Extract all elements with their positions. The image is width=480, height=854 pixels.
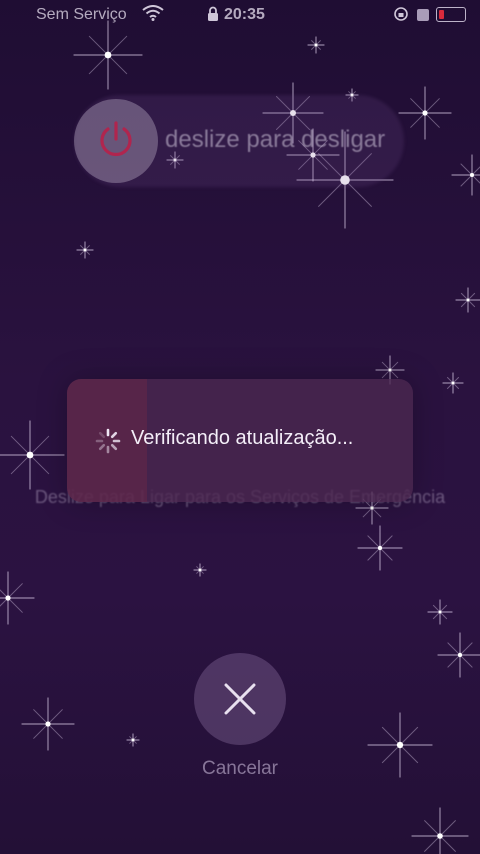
battery-icon — [436, 6, 466, 22]
cancel-button[interactable] — [194, 653, 286, 745]
sparkle — [451, 154, 480, 196]
lock-icon — [208, 6, 218, 21]
sparkle — [411, 807, 469, 854]
clock: 20:35 — [224, 6, 265, 23]
power-icon — [100, 121, 132, 157]
sparkle — [437, 632, 480, 678]
status-bar: Sem Serviço 20:35 — [0, 0, 480, 32]
orientation-lock-icon — [394, 7, 408, 21]
power-off-label: deslize para desligar — [165, 126, 386, 153]
sparkle — [442, 372, 464, 394]
sparkle — [357, 525, 403, 571]
close-icon — [224, 683, 256, 715]
sparkle — [21, 697, 75, 751]
sparkle — [455, 287, 480, 313]
wifi-icon — [142, 5, 164, 21]
sparkle — [193, 563, 207, 577]
sparkle — [0, 571, 35, 625]
sparkle — [307, 36, 325, 54]
update-status-text: Verificando atualização... — [131, 427, 354, 449]
status-indicators — [392, 6, 466, 22]
sparkle — [427, 599, 453, 625]
sparkle — [0, 420, 65, 490]
power-off-slider-knob[interactable] — [74, 99, 158, 183]
cancel-label: Cancelar — [201, 758, 279, 779]
sparkle — [76, 241, 94, 259]
spinner-icon — [95, 428, 121, 454]
update-check-dialog: Verificando atualização... — [67, 379, 413, 502]
alarm-icon — [417, 9, 429, 21]
sparkle — [126, 733, 140, 747]
battery-level — [439, 9, 444, 19]
sparkle — [398, 86, 452, 140]
carrier-label: Sem Serviço — [36, 6, 127, 23]
